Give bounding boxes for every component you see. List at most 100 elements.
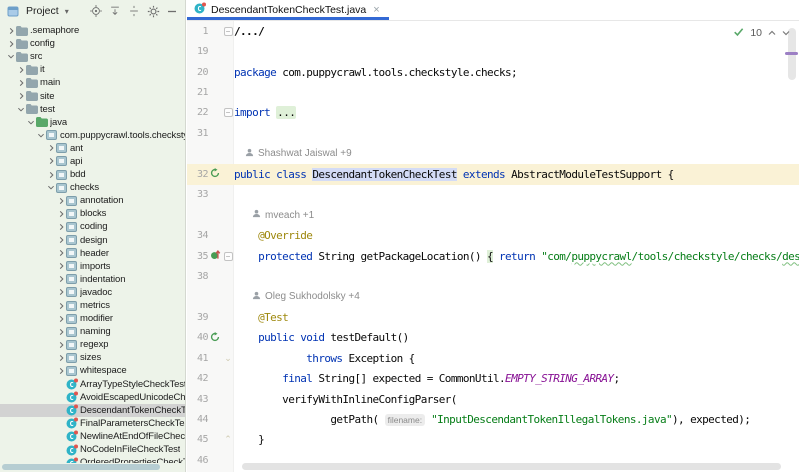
fold-up-icon[interactable]: ⌃: [224, 435, 232, 444]
chevron-collapsed-icon[interactable]: [56, 275, 66, 283]
tree-item[interactable]: site: [0, 89, 185, 102]
tree-item[interactable]: CNoCodeInFileCheckTest: [0, 443, 185, 456]
chevron-collapsed-icon[interactable]: [16, 79, 26, 87]
code-line[interactable]: 41⌄ throws Exception {: [187, 348, 799, 368]
chevron-collapsed-icon[interactable]: [56, 367, 66, 375]
overrides-gutter-icon[interactable]: [210, 247, 221, 265]
chevron-collapsed-icon[interactable]: [56, 249, 66, 257]
tree-item[interactable]: test: [0, 103, 185, 116]
chevron-expanded-icon[interactable]: [6, 53, 16, 60]
fold-marker-icon[interactable]: −: [224, 27, 233, 36]
chevron-collapsed-icon[interactable]: [56, 223, 66, 231]
tree-item[interactable]: metrics: [0, 299, 185, 312]
tree-item[interactable]: regexp: [0, 338, 185, 351]
tree-item[interactable]: api: [0, 155, 185, 168]
code-line[interactable]: 44 getPath( filename: "InputDescendantTo…: [187, 409, 799, 429]
chevron-collapsed-icon[interactable]: [46, 171, 56, 179]
tree-item[interactable]: bdd: [0, 168, 185, 181]
chevron-collapsed-icon[interactable]: [46, 157, 56, 165]
run-gutter-icon[interactable]: [210, 165, 220, 183]
tree-item[interactable]: it: [0, 63, 185, 76]
code-viewport[interactable]: 1−/.../1920package com.puppycrawl.tools.…: [187, 21, 799, 472]
chevron-collapsed-icon[interactable]: [6, 27, 16, 35]
code-line[interactable]: 21: [187, 82, 799, 102]
tree-item[interactable]: blocks: [0, 207, 185, 220]
chevron-collapsed-icon[interactable]: [6, 40, 16, 48]
tree-item[interactable]: sizes: [0, 351, 185, 364]
tree-item[interactable]: java: [0, 116, 185, 129]
code-line[interactable]: 33: [187, 185, 799, 205]
author-inlay[interactable]: Shashwat Jaiswal +9: [245, 148, 352, 160]
chevron-down-icon[interactable]: ▾: [65, 7, 69, 16]
tree-item[interactable]: CDescendantTokenCheckTest: [0, 404, 185, 417]
project-panel-title[interactable]: Project: [26, 5, 59, 17]
chevron-expanded-icon[interactable]: [46, 184, 56, 191]
tree-item[interactable]: javadoc: [0, 286, 185, 299]
chevron-collapsed-icon[interactable]: [56, 197, 66, 205]
code-line[interactable]: 38: [187, 266, 799, 286]
expand-all-icon[interactable]: [107, 3, 123, 19]
previous-problem-icon[interactable]: [768, 27, 776, 39]
chevron-collapsed-icon[interactable]: [56, 210, 66, 218]
author-inlay[interactable]: Oleg Sukhodolsky +4: [252, 291, 360, 303]
tab-descendant-token-check-test[interactable]: C DescendantTokenCheckTest.java ×: [187, 0, 389, 20]
settings-gear-icon[interactable]: [145, 3, 161, 19]
chevron-collapsed-icon[interactable]: [56, 315, 66, 323]
chevron-collapsed-icon[interactable]: [56, 354, 66, 362]
code-line[interactable]: 42 final String[] expected = CommonUtil.…: [187, 368, 799, 388]
chevron-collapsed-icon[interactable]: [56, 236, 66, 244]
tree-item[interactable]: com.puppycrawl.tools.checkstyle: [0, 129, 185, 142]
tree-item[interactable]: header: [0, 247, 185, 260]
chevron-collapsed-icon[interactable]: [46, 144, 56, 152]
code-line[interactable]: 1−/.../: [187, 21, 799, 41]
tree-item[interactable]: checks: [0, 181, 185, 194]
project-tree-horizontal-scrollbar[interactable]: [2, 464, 160, 470]
chevron-collapsed-icon[interactable]: [16, 92, 26, 100]
tree-item[interactable]: design: [0, 234, 185, 247]
editor-horizontal-scrollbar[interactable]: [242, 463, 781, 470]
code-line[interactable]: 45⌃ }: [187, 430, 799, 450]
code-line[interactable]: 32public class DescendantTokenCheckTest …: [187, 164, 799, 184]
chevron-collapsed-icon[interactable]: [56, 262, 66, 270]
tree-item[interactable]: .semaphore: [0, 24, 185, 37]
code-line[interactable]: 40 public void testDefault(): [187, 328, 799, 348]
tree-item[interactable]: imports: [0, 260, 185, 273]
tree-item[interactable]: modifier: [0, 312, 185, 325]
chevron-collapsed-icon[interactable]: [56, 328, 66, 336]
inspections-widget[interactable]: 10: [733, 26, 790, 40]
code-line[interactable]: 31: [187, 123, 799, 143]
chevron-collapsed-icon[interactable]: [56, 288, 66, 296]
chevron-collapsed-icon[interactable]: [56, 302, 66, 310]
tree-item[interactable]: CArrayTypeStyleCheckTest: [0, 378, 185, 391]
fold-marker-icon[interactable]: −: [224, 108, 233, 117]
tree-item[interactable]: COrderedPropertiesCheckTest: [0, 456, 185, 463]
fold-marker-icon[interactable]: −: [224, 252, 233, 261]
next-problem-icon[interactable]: [782, 27, 790, 39]
tab-close-icon[interactable]: ×: [373, 5, 379, 16]
chevron-expanded-icon[interactable]: [36, 132, 46, 139]
tree-item[interactable]: src: [0, 50, 185, 63]
chevron-collapsed-icon[interactable]: [16, 66, 26, 74]
tree-item[interactable]: ant: [0, 142, 185, 155]
author-inlay[interactable]: mveach +1: [252, 209, 314, 221]
code-line[interactable]: 39 @Test: [187, 307, 799, 327]
tree-item[interactable]: whitespace: [0, 364, 185, 377]
run-gutter-icon[interactable]: [210, 329, 220, 347]
code-line[interactable]: 35− protected String getPackageLocation(…: [187, 246, 799, 266]
tree-item[interactable]: CNewlineAtEndOfFileCheckTest: [0, 430, 185, 443]
collapse-all-icon[interactable]: [126, 3, 142, 19]
tree-item[interactable]: main: [0, 76, 185, 89]
hide-panel-icon[interactable]: [164, 3, 180, 19]
locate-file-icon[interactable]: [88, 3, 104, 19]
tree-item[interactable]: naming: [0, 325, 185, 338]
tree-item[interactable]: coding: [0, 220, 185, 233]
chevron-collapsed-icon[interactable]: [56, 341, 66, 349]
code-line[interactable]: 43 verifyWithInlineConfigParser(: [187, 389, 799, 409]
chevron-expanded-icon[interactable]: [26, 119, 36, 126]
tree-item[interactable]: indentation: [0, 273, 185, 286]
tree-item[interactable]: CAvoidEscapedUnicodeCharactersChe: [0, 391, 185, 404]
tree-item[interactable]: annotation: [0, 194, 185, 207]
fold-down-icon[interactable]: ⌄: [224, 354, 232, 363]
tree-item[interactable]: config: [0, 37, 185, 50]
chevron-expanded-icon[interactable]: [16, 106, 26, 113]
